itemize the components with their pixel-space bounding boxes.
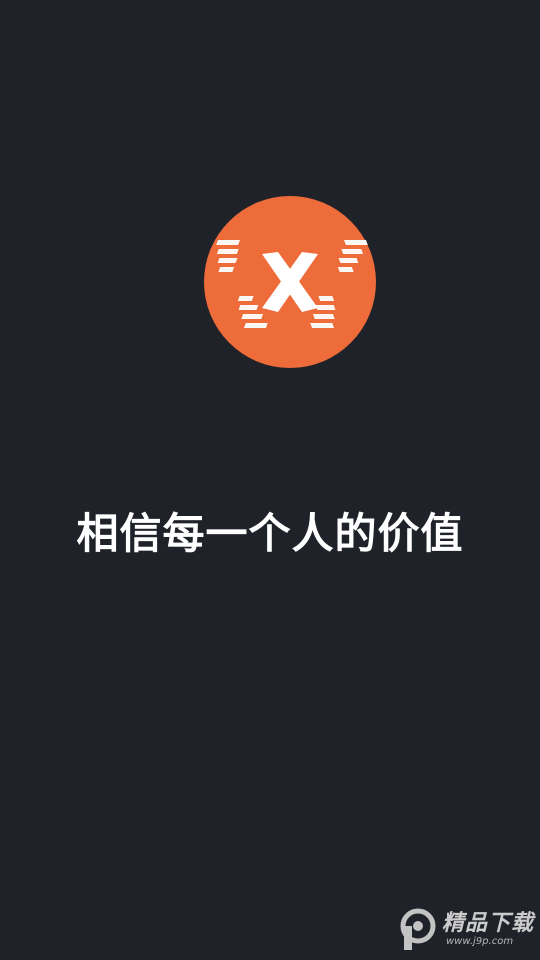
x-brand-logo-icon [204, 196, 376, 368]
watermark: 精品下载 www.j9p.com [398, 908, 534, 952]
watermark-text: 精品下载 www.j9p.com [442, 912, 534, 948]
watermark-title: 精品下载 [441, 911, 534, 936]
splash-screen: 相信每一个人的价值 精品下载 www.j9p.com [0, 0, 540, 960]
p-logo-icon [398, 908, 438, 952]
slogan-text: 相信每一个人的价值 [76, 509, 464, 558]
watermark-url: www.j9p.com [445, 936, 514, 947]
app-logo-icon [204, 196, 376, 368]
